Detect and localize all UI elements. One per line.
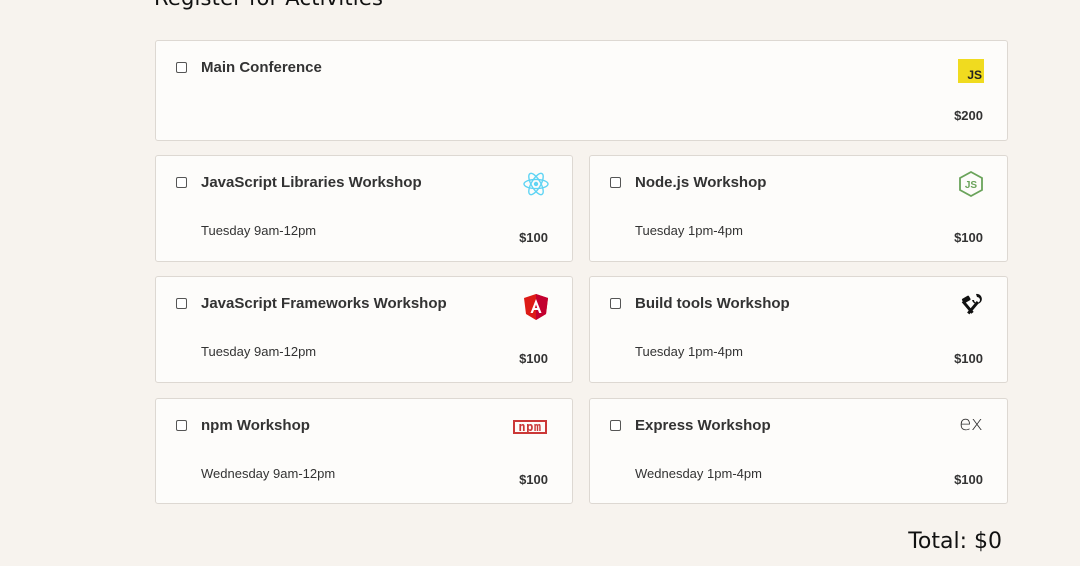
activity-time: Tuesday 1pm-4pm — [635, 344, 743, 359]
activity-title: JavaScript Libraries Workshop — [201, 174, 422, 191]
svg-text:JS: JS — [965, 180, 978, 191]
activity-time: Wednesday 1pm-4pm — [635, 466, 762, 481]
activity-title: npm Workshop — [201, 417, 310, 434]
activity-card-js-frameworks[interactable]: JavaScript Frameworks Workshop Tuesday 9… — [155, 276, 573, 383]
activity-card-nodejs[interactable]: Node.js Workshop Tuesday 1pm-4pm $100 JS — [589, 155, 1008, 262]
js-libraries-checkbox[interactable] — [176, 177, 187, 188]
activity-time: Tuesday 9am-12pm — [201, 223, 317, 238]
activity-card-main-conference[interactable]: Main Conference JS $200 — [155, 40, 1008, 141]
express-checkbox[interactable] — [610, 420, 621, 431]
javascript-icon: JS — [957, 57, 985, 85]
activity-title: Build tools Workshop — [635, 295, 790, 312]
activity-price: $100 — [519, 472, 548, 487]
activity-price: $200 — [954, 108, 983, 123]
build-tools-icon — [957, 291, 985, 319]
activity-card-npm[interactable]: npm Workshop Wednesday 9am-12pm $100 npm — [155, 398, 573, 504]
activity-price: $100 — [954, 472, 983, 487]
activity-card-js-libraries[interactable]: JavaScript Libraries Workshop Tuesday 9a… — [155, 155, 573, 262]
express-icon: ex — [959, 411, 983, 435]
npm-icon: npm — [508, 413, 552, 441]
angular-icon — [522, 293, 550, 321]
activity-title: JavaScript Frameworks Workshop — [201, 295, 447, 312]
react-icon — [522, 170, 550, 198]
js-frameworks-checkbox[interactable] — [176, 298, 187, 309]
activity-price: $100 — [519, 230, 548, 245]
activity-time: Tuesday 1pm-4pm — [635, 223, 743, 238]
activity-time: Tuesday 9am-12pm — [201, 344, 317, 359]
main-conference-checkbox[interactable] — [176, 62, 187, 73]
activity-title: Express Workshop — [635, 417, 771, 434]
activity-time: Wednesday 9am-12pm — [201, 466, 336, 481]
activity-title: Main Conference — [201, 59, 322, 76]
activity-card-build-tools[interactable]: Build tools Workshop Tuesday 1pm-4pm $10… — [589, 276, 1008, 383]
section-heading: Register for Activities * — [154, 0, 401, 10]
activity-card-express[interactable]: Express Workshop Wednesday 1pm-4pm $100 … — [589, 398, 1008, 504]
activity-price: $100 — [519, 351, 548, 366]
build-tools-checkbox[interactable] — [610, 298, 621, 309]
nodejs-icon: JS — [957, 170, 985, 198]
activity-price: $100 — [954, 351, 983, 366]
total-cost: Total: $0 — [908, 529, 1002, 554]
nodejs-checkbox[interactable] — [610, 177, 621, 188]
activity-title: Node.js Workshop — [635, 174, 767, 191]
activity-price: $100 — [954, 230, 983, 245]
npm-checkbox[interactable] — [176, 420, 187, 431]
